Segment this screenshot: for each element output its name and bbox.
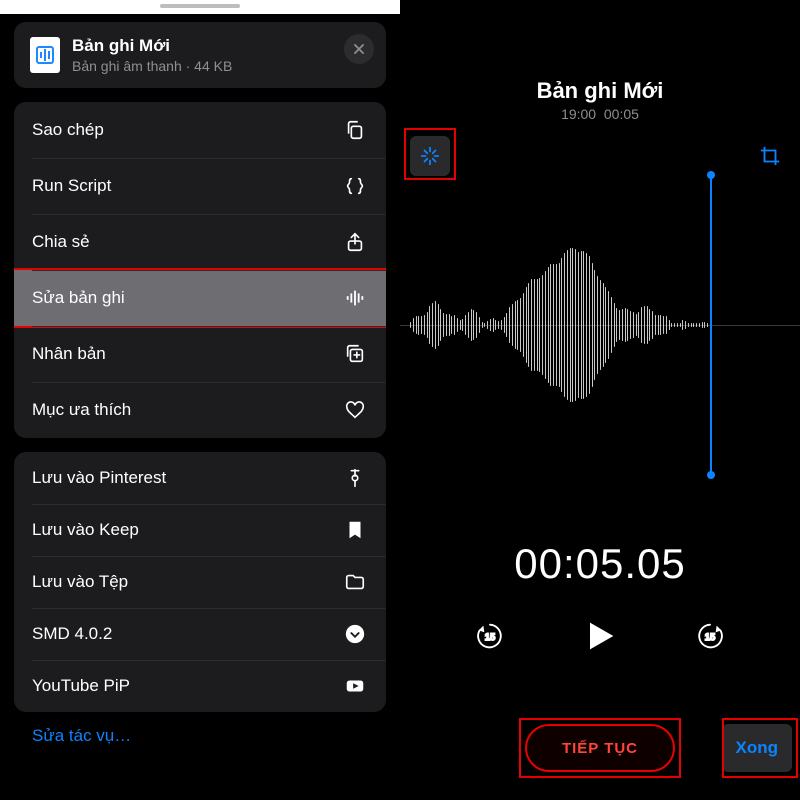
menu-item-label: Mục ưa thích: [32, 400, 131, 420]
transport-controls: 15 15: [400, 610, 800, 662]
play-icon: [580, 616, 620, 656]
menu-item-label: Chia sẻ: [32, 232, 90, 252]
chevron-circle-icon: [342, 621, 368, 647]
crop-button[interactable]: [750, 136, 790, 176]
menu-item-label: Lưu vào Keep: [32, 520, 139, 540]
actions-group-2: Lưu vào Pinterest Lưu vào Keep Lưu vào T…: [14, 452, 386, 712]
menu-item-label: Run Script: [32, 176, 111, 196]
audio-file-icon: [30, 37, 60, 73]
menu-item-save-files[interactable]: Lưu vào Tệp: [14, 556, 386, 608]
skip-forward-button[interactable]: 15: [690, 616, 730, 656]
duplicate-icon: [342, 341, 368, 367]
share-icon: [342, 229, 368, 255]
close-icon: [352, 42, 366, 56]
menu-item-smd[interactable]: SMD 4.0.2: [14, 608, 386, 660]
bottom-bar: TIẾP TỤC Xong: [400, 704, 800, 778]
braces-icon: [342, 173, 368, 199]
recording-title: Bản ghi Mới: [400, 78, 800, 104]
sheet-grabber[interactable]: [160, 4, 240, 8]
skip-forward-icon: 15: [693, 619, 727, 653]
recorded-at-time: 19:00: [561, 106, 596, 122]
notch: [525, 0, 675, 24]
menu-item-label: Lưu vào Tệp: [32, 572, 128, 592]
file-subtitle: Bản ghi âm thanh · 44 KB: [72, 58, 370, 74]
voice-editor-screen: Bản ghi Mới 19:00 00:05 00:05.05 15 15: [400, 0, 800, 800]
menu-item-label: Sao chép: [32, 120, 104, 140]
edit-tasks-row[interactable]: Sửa tác vụ…: [14, 712, 386, 764]
menu-item-save-pinterest[interactable]: Lưu vào Pinterest: [14, 452, 386, 504]
copy-icon: [342, 117, 368, 143]
file-header-card: Bản ghi Mới Bản ghi âm thanh · 44 KB: [14, 22, 386, 88]
edit-tasks-link[interactable]: Sửa tác vụ…: [32, 726, 131, 745]
skip-back-button[interactable]: 15: [470, 616, 510, 656]
actions-group-1: Sao chép Run Script Chia sẻ: [14, 102, 386, 438]
recording-subtitle: 19:00 00:05: [400, 106, 800, 122]
youtube-icon: [342, 673, 368, 699]
continue-button[interactable]: TIẾP TỤC: [525, 724, 675, 772]
waveform-icon: [342, 285, 368, 311]
svg-text:15: 15: [485, 632, 496, 643]
enhance-button[interactable]: [410, 136, 450, 176]
recording-length: 00:05: [604, 106, 639, 122]
sparkle-icon: [419, 145, 441, 167]
menu-item-save-keep[interactable]: Lưu vào Keep: [14, 504, 386, 556]
menu-item-label: YouTube PiP: [32, 676, 130, 696]
menu-item-duplicate[interactable]: Nhân bản: [14, 326, 386, 382]
file-title: Bản ghi Mới: [72, 36, 370, 56]
pin-icon: [342, 465, 368, 491]
crop-icon: [759, 145, 781, 167]
menu-item-label: Lưu vào Pinterest: [32, 468, 166, 488]
waveform-area[interactable]: [400, 175, 800, 475]
context-menu-screen: Bản ghi Mới Bản ghi âm thanh · 44 KB Sao…: [0, 0, 400, 800]
skip-back-icon: 15: [473, 619, 507, 653]
bookmark-icon: [342, 517, 368, 543]
menu-item-youtube-pip[interactable]: YouTube PiP: [14, 660, 386, 712]
folder-icon: [342, 569, 368, 595]
menu-item-share[interactable]: Chia sẻ: [14, 214, 386, 270]
heart-icon: [342, 397, 368, 423]
waveform: [410, 175, 710, 475]
menu-item-copy[interactable]: Sao chép: [14, 102, 386, 158]
menu-item-label: Sửa bản ghi: [32, 288, 125, 308]
menu-item-edit-recording[interactable]: Sửa bản ghi: [14, 270, 386, 326]
close-button[interactable]: [344, 34, 374, 64]
menu-item-run-script[interactable]: Run Script: [14, 158, 386, 214]
menu-item-favorite[interactable]: Mục ưa thích: [14, 382, 386, 438]
playhead[interactable]: [710, 175, 712, 475]
svg-text:15: 15: [705, 632, 716, 643]
menu-item-label: SMD 4.0.2: [32, 624, 112, 644]
done-button[interactable]: Xong: [722, 724, 793, 772]
sheet-grabber-area: [0, 0, 400, 14]
current-time: 00:05.05: [400, 540, 800, 588]
play-button[interactable]: [574, 610, 626, 662]
menu-item-label: Nhân bản: [32, 344, 106, 364]
